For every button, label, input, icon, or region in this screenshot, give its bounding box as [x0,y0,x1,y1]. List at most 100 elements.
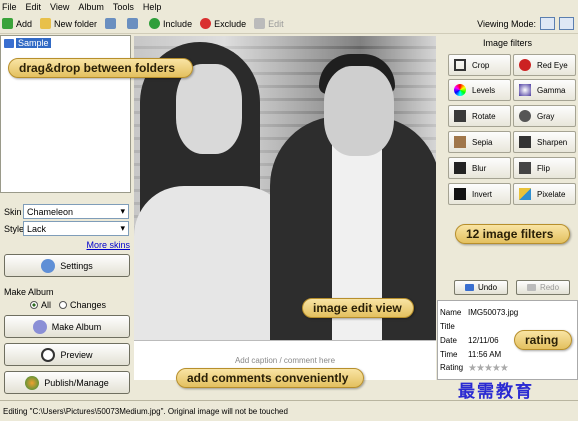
skin-value: Chameleon [27,206,74,217]
make-album-label: Make Album [51,321,102,332]
gray-icon [519,110,531,122]
blur-icon [454,162,466,174]
filter-invert-button[interactable]: Invert [448,183,511,205]
filters-title: Image filters [482,38,533,48]
star-icon[interactable]: ★ [484,363,493,374]
menu-help[interactable]: Help [143,2,162,12]
star-icon[interactable]: ★ [500,363,509,374]
radio-changes[interactable] [59,301,68,309]
style-label: Style [4,223,25,234]
chevron-down-icon: ▾ [120,223,125,233]
redo-label: Redo [539,283,560,292]
radio-changes-label: Changes [70,300,107,310]
skin-select[interactable]: Chameleon ▾ [23,204,129,219]
menu-edit[interactable]: Edit [26,2,42,12]
star-icon[interactable]: ★ [492,363,501,374]
style-select[interactable]: Lack ▾ [23,221,129,236]
edit-button[interactable]: Edit [254,18,284,29]
settings-button[interactable]: Settings [4,254,130,277]
filter-label: Rotate [472,111,496,121]
prop-rating: Rating ★ ★ ★ ★ ★ [440,363,509,374]
callout-folders: drag&drop between folders [8,58,193,78]
move-right-button[interactable] [127,18,141,29]
prop-name: Name IMG50073.jpg [440,308,518,317]
new-folder-button[interactable]: New folder [40,18,97,29]
menu-tools[interactable]: Tools [113,2,134,12]
status-bar: Editing "C:\Users\Pictures\50073Medium.j… [0,400,578,421]
filter-label: Red Eye [537,60,568,70]
callout-filters: 12 image filters [455,224,570,244]
rotate-icon [454,110,466,122]
make-album-options: All Changes [30,300,106,310]
photo-person-right-face [324,66,394,156]
plus-icon [2,18,13,29]
menu-album[interactable]: Album [78,2,104,12]
make-album-button[interactable]: Make Album [4,315,130,338]
filter-sepia-button[interactable]: Sepia [448,131,511,153]
move-left-button[interactable] [105,18,119,29]
left-panel: Skin Chameleon ▾ Style Lack ▾ More skins… [0,194,133,396]
preview-label: Preview [60,349,93,360]
move-left-icon [105,18,117,29]
publish-button[interactable]: Publish/Manage [4,371,130,394]
add-button[interactable]: Add [2,18,32,29]
viewing-mode: Viewing Mode: [477,17,574,30]
filter-label: Levels [472,85,496,95]
filter-label: Gamma [537,85,566,95]
more-skins-link[interactable]: More skins [86,240,130,250]
include-icon [149,18,161,29]
watermark: 最需教育 [458,382,534,402]
gear-icon [32,319,47,334]
exclude-button[interactable]: Exclude [200,18,246,29]
caption-placeholder: Add caption / comment here [234,356,336,365]
gamma-icon [519,84,531,96]
grid-view-icon[interactable] [540,17,555,30]
filter-gray-button[interactable]: Gray [513,105,576,127]
filter-pixelate-button[interactable]: Pixelate [513,183,576,205]
pixelate-icon [519,188,531,200]
make-album-group-label: Make Album [4,287,54,297]
filter-red-eye-button[interactable]: Red Eye [513,54,576,76]
filter-label: Pixelate [537,189,566,199]
prop-date-value[interactable]: 12/11/06 [468,336,499,345]
prop-time-value[interactable]: 11:56 AM [468,350,501,359]
style-value: Lack [27,223,47,234]
prop-time-label: Time [440,350,458,359]
filter-rotate-button[interactable]: Rotate [448,105,511,127]
prop-title: Title [440,322,468,331]
crop-icon [454,59,466,71]
exclude-icon [200,18,212,29]
menu-file[interactable]: File [2,2,17,12]
include-label: Include [163,18,193,29]
star-icon[interactable]: ★ [476,363,485,374]
preview-button[interactable]: Preview [4,343,130,366]
menu-view[interactable]: View [50,2,69,12]
undo-button[interactable]: Undo [454,280,508,295]
prop-date-label: Date [440,336,457,345]
redo-button[interactable]: Redo [516,280,570,295]
eye-icon [519,59,531,71]
publish-label: Publish/Manage [44,377,109,388]
album-icon [4,38,14,48]
filter-crop-button[interactable]: Crop [448,54,511,76]
viewing-mode-label: Viewing Mode: [477,18,536,29]
star-icon[interactable]: ★ [468,363,477,374]
invert-icon [454,188,466,200]
exclude-label: Exclude [214,18,247,29]
prop-rating-label: Rating [440,363,464,372]
tree-item-label: Sample [16,38,51,48]
filter-sharpen-button[interactable]: Sharpen [513,131,576,153]
photo-preview[interactable] [134,36,436,340]
tree-item-sample[interactable]: Sample [4,38,51,48]
filter-levels-button[interactable]: Levels [448,79,511,101]
filter-gamma-button[interactable]: Gamma [513,79,576,101]
filter-flip-button[interactable]: Flip [513,157,576,179]
gear-icon [41,258,56,273]
filter-blur-button[interactable]: Blur [448,157,511,179]
radio-all[interactable] [30,301,38,309]
single-view-icon[interactable] [559,17,574,30]
prop-date: Date 12/11/06 [440,336,499,345]
include-button[interactable]: Include [149,18,192,29]
prop-name-value[interactable]: IMG50073.jpg [468,308,518,317]
undo-label: Undo [477,283,498,292]
